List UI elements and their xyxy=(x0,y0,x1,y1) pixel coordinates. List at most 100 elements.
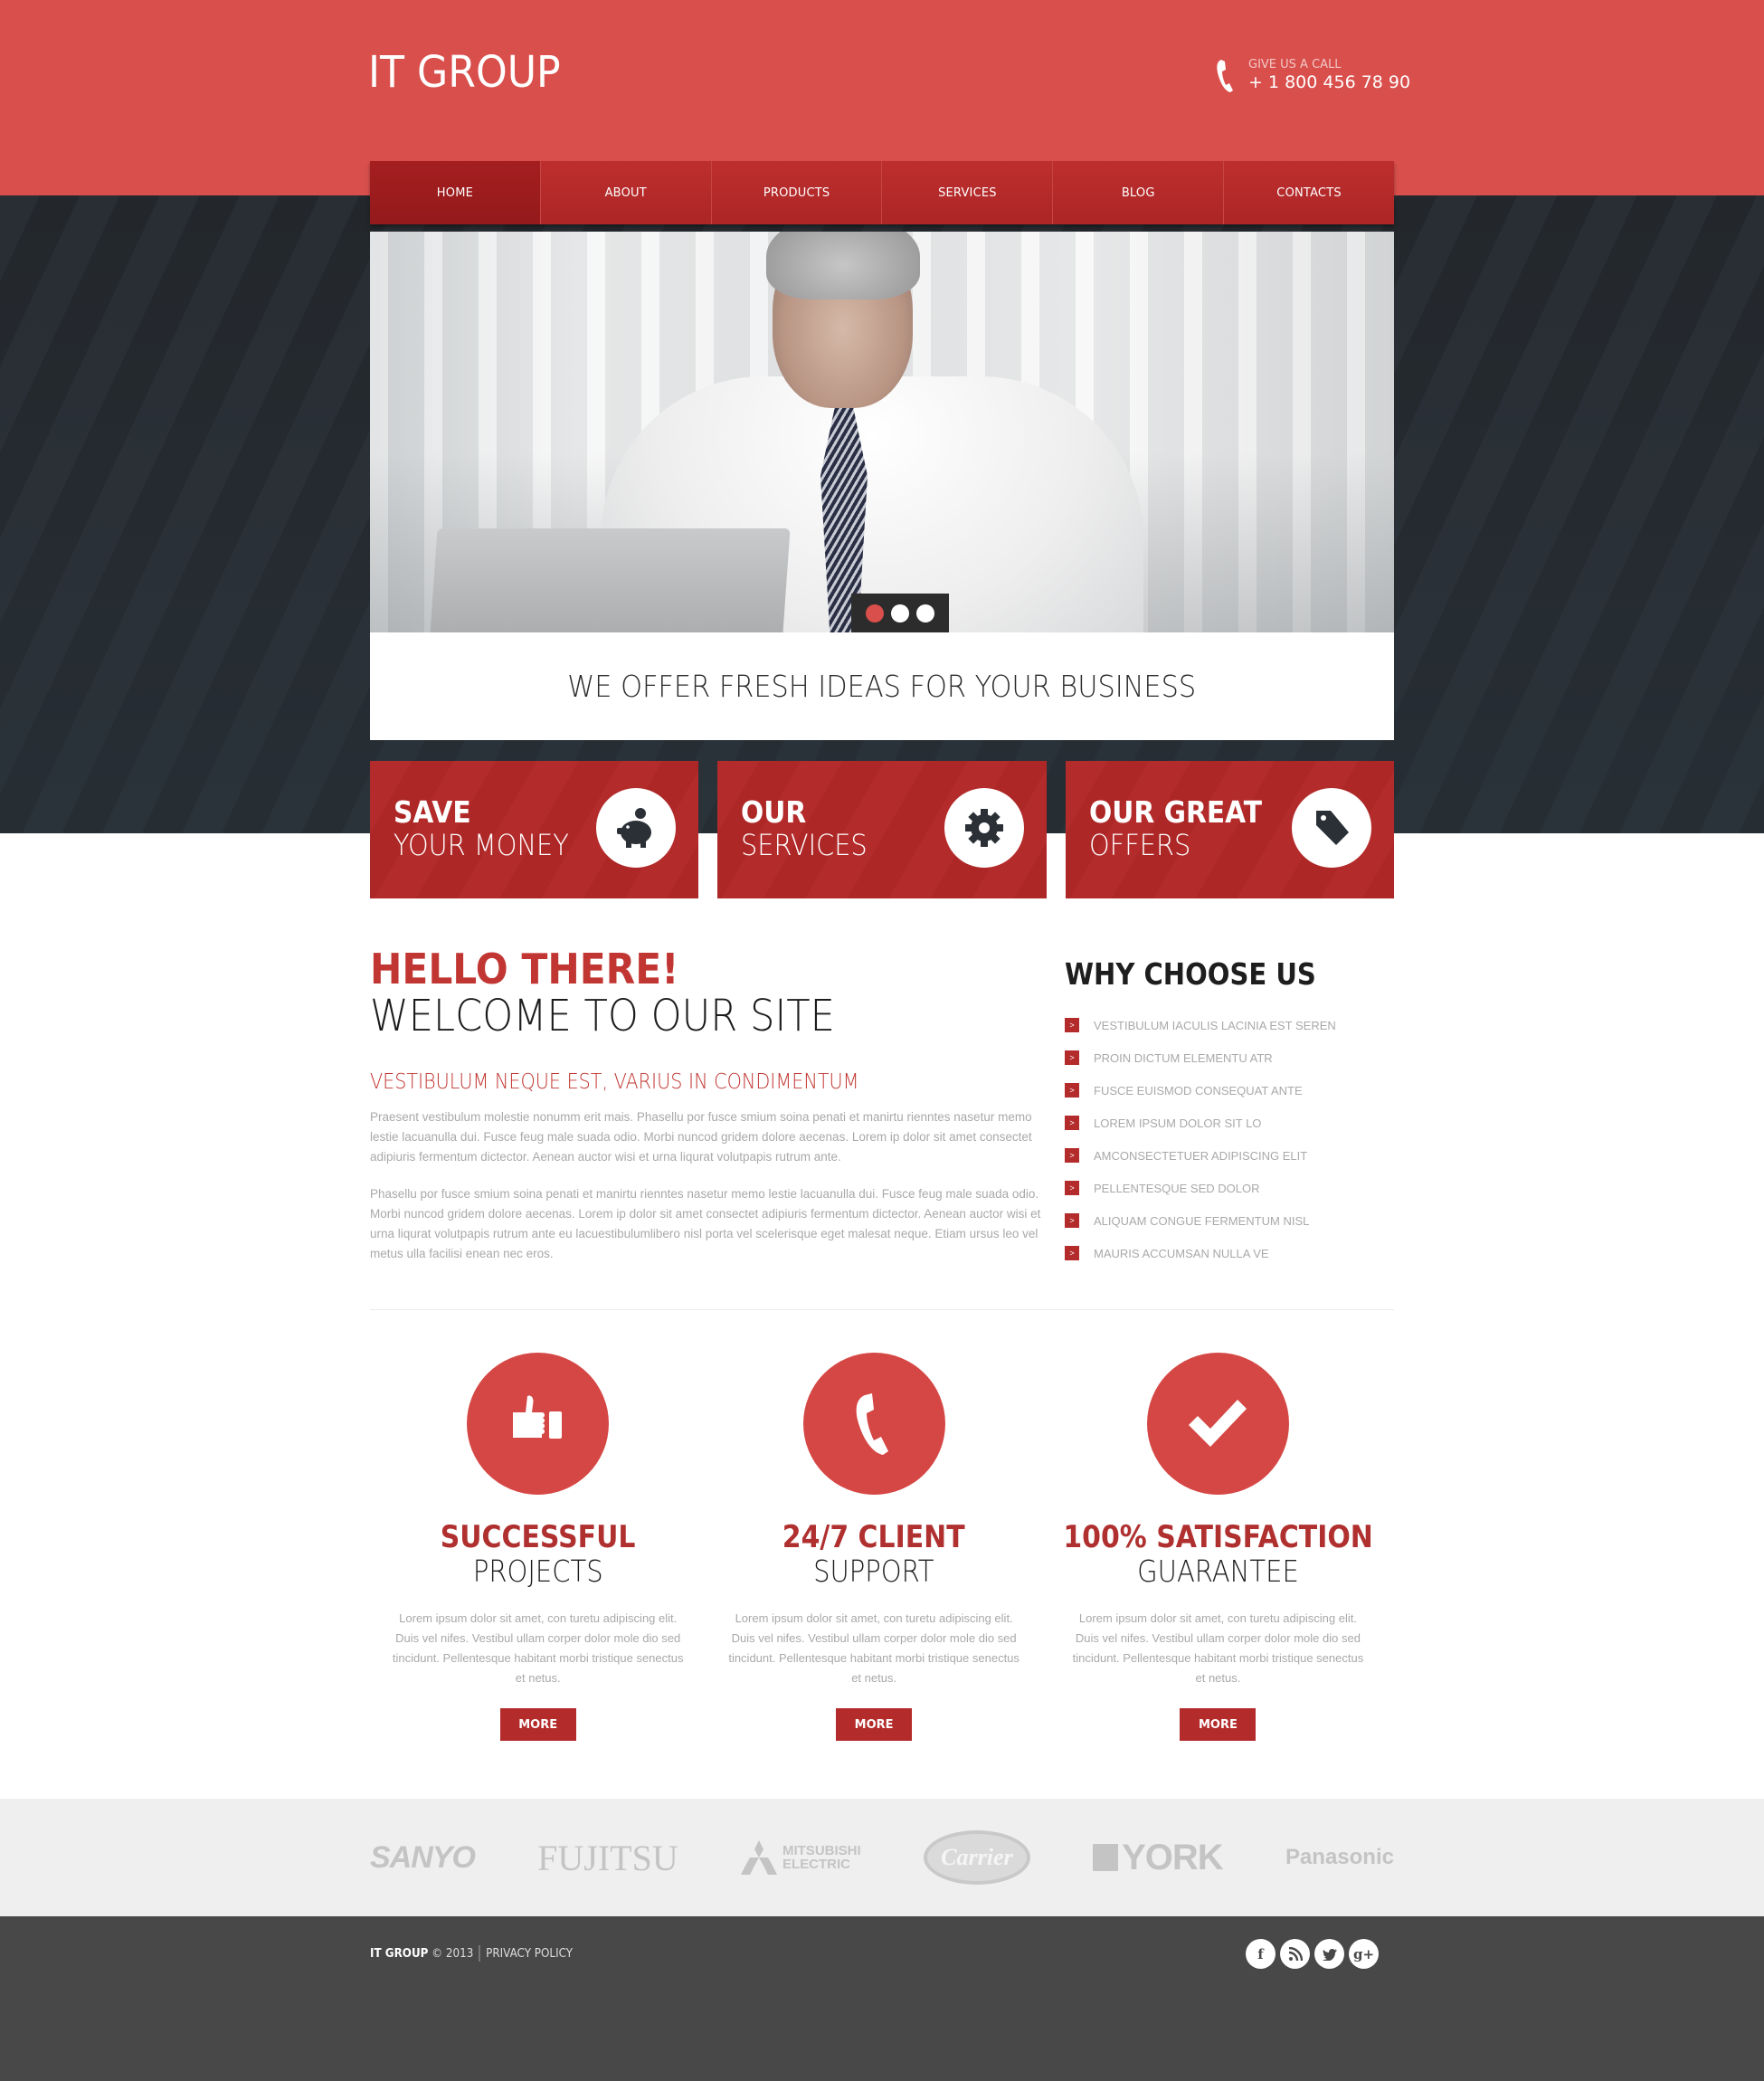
feature-great-offers[interactable]: OUR GREAT OFFERS xyxy=(1065,761,1394,898)
feature-subtitle: YOUR MONEY xyxy=(394,828,569,862)
chevron-right-icon: > xyxy=(1065,1246,1079,1260)
list-item[interactable]: > PROIN DICTUM ELEMENTU ATR xyxy=(1065,1041,1395,1074)
twitter-icon[interactable] xyxy=(1314,1939,1344,1969)
welcome-title-accent: HELLO THERE! xyxy=(370,945,679,993)
list-item[interactable]: > LOREM IPSUM DOLOR SIT LO xyxy=(1065,1107,1395,1139)
service-icon-circle xyxy=(467,1353,610,1495)
footer-copyright: IT GROUP © 2013 PRIVACY POLICY xyxy=(370,1945,573,1962)
service-title-accent: 24/7 CLIENT xyxy=(782,1519,966,1555)
welcome-paragraph-2: Phasellu por fusce smium soina penati et… xyxy=(370,1187,1041,1260)
partner-logo-fujitsu[interactable]: FUJITSU xyxy=(537,1837,678,1879)
phone-icon xyxy=(856,1392,889,1455)
call-label: GIVE US A CALL xyxy=(1248,58,1342,71)
mitsubishi-line2: ELECTRIC xyxy=(782,1857,850,1872)
list-item[interactable]: > AMCONSECTETUER ADIPISCING ELIT xyxy=(1065,1139,1395,1172)
facebook-icon[interactable]: f xyxy=(1246,1939,1276,1969)
list-item-text: MAURIS ACCUMSAN NULLA VE xyxy=(1094,1246,1269,1260)
service-description: Lorem ipsum dolor sit amet, con turetu a… xyxy=(728,1611,1020,1685)
feature-subtitle: OFFERS xyxy=(1088,828,1190,862)
list-item[interactable]: > MAURIS ACCUMSAN NULLA VE xyxy=(1065,1237,1395,1269)
site-logo[interactable]: IT GROUP xyxy=(368,47,561,98)
nav-item-blog[interactable]: BLOG xyxy=(1053,161,1225,224)
more-button[interactable]: MORE xyxy=(1180,1708,1257,1741)
welcome-subtitle: VESTIBULUM NEQUE EST, VARIUS IN CONDIMEN… xyxy=(370,1070,859,1094)
rss-icon[interactable] xyxy=(1280,1939,1310,1969)
nav-item-contacts[interactable]: CONTACTS xyxy=(1224,161,1394,224)
feature-icon-circle xyxy=(944,788,1024,868)
mitsubishi-line1: MITSUBISHI xyxy=(782,1843,861,1858)
more-button[interactable]: MORE xyxy=(499,1708,576,1741)
slider-dot-3[interactable] xyxy=(916,603,934,622)
feature-title: OUR GREAT xyxy=(1088,794,1262,830)
why-choose-us: WHY CHOOSE US > VESTIBULUM IACULIS LACINI… xyxy=(1065,955,1395,1269)
feature-title: OUR xyxy=(741,794,807,830)
slide-person-hair xyxy=(766,232,920,299)
rss-glyph xyxy=(1288,1946,1303,1961)
piggy-bank-icon xyxy=(617,808,652,848)
tagline-text: WE OFFER FRESH IDEAS FOR YOUR BUSINESS xyxy=(567,669,1197,704)
gear-icon xyxy=(964,809,1003,847)
partner-logo-sanyo[interactable]: SANYO xyxy=(370,1840,476,1876)
chevron-right-icon: > xyxy=(1065,1083,1079,1098)
section-divider xyxy=(370,1309,1394,1310)
list-item[interactable]: > ALIQUAM CONGUE FERMENTUM NISL xyxy=(1065,1204,1395,1237)
service-successful-projects: SUCCESSFUL PROJECTS Lorem ipsum dolor si… xyxy=(370,1353,706,1741)
chevron-right-icon: > xyxy=(1065,1050,1079,1065)
chevron-right-icon: > xyxy=(1065,1181,1079,1195)
main-nav: HOME ABOUT PRODUCTS SERVICES BLOG CONTAC… xyxy=(370,161,1394,224)
mitsubishi-diamonds-icon xyxy=(740,1840,777,1875)
why-choose-title: WHY CHOOSE US xyxy=(1065,956,1316,992)
nav-item-services[interactable]: SERVICES xyxy=(882,161,1054,224)
welcome-title: WELCOME TO OUR SITE xyxy=(370,991,835,1041)
chevron-right-icon: > xyxy=(1065,1148,1079,1163)
list-item[interactable]: > VESTIBULUM IACULIS LACINIA EST SEREN xyxy=(1065,1009,1395,1041)
york-snowflake-icon xyxy=(1093,1844,1119,1871)
footer-brand: IT GROUP xyxy=(370,1946,429,1961)
hero-tagline: WE OFFER FRESH IDEAS FOR YOUR BUSINESS xyxy=(370,632,1394,740)
service-icon-circle xyxy=(802,1353,945,1495)
service-icon-circle xyxy=(1146,1353,1289,1495)
list-item-text: PELLENTESQUE SED DOLOR xyxy=(1094,1181,1260,1195)
service-title-accent: 100% SATISFACTION xyxy=(1063,1519,1373,1555)
service-client-support: 24/7 CLIENT SUPPORT Lorem ipsum dolor si… xyxy=(706,1353,1041,1741)
partner-logo-carrier[interactable]: Carrier xyxy=(923,1830,1030,1885)
nav-item-products[interactable]: PRODUCTS xyxy=(711,161,883,224)
welcome-paragraph-1: Praesent vestibulum molestie nonumm erit… xyxy=(370,1110,1032,1164)
partner-logo-mitsubishi[interactable]: MITSUBISHI ELECTRIC xyxy=(740,1840,861,1875)
twitter-bird-glyph xyxy=(1322,1948,1337,1961)
partner-logo-panasonic[interactable]: Panasonic xyxy=(1285,1845,1394,1870)
phone-number[interactable]: + 1 800 456 78 90 xyxy=(1248,71,1410,93)
call-us: GIVE US A CALL + 1 800 456 78 90 xyxy=(1214,58,1410,94)
feature-our-services[interactable]: OUR SERVICES xyxy=(717,761,1047,898)
chevron-right-icon: > xyxy=(1065,1116,1079,1130)
list-item-text: LOREM IPSUM DOLOR SIT LO xyxy=(1094,1116,1262,1130)
privacy-policy-link[interactable]: PRIVACY POLICY xyxy=(486,1947,573,1961)
slider-dot-2[interactable] xyxy=(891,603,909,622)
social-links: f g+ xyxy=(1246,1939,1379,1969)
slider-pager xyxy=(851,594,949,632)
why-choose-list: > VESTIBULUM IACULIS LACINIA EST SEREN > P… xyxy=(1065,1009,1395,1269)
footer-separator xyxy=(479,1945,480,1962)
service-title-accent: SUCCESSFUL xyxy=(440,1519,636,1555)
list-item[interactable]: > PELLENTESQUE SED DOLOR xyxy=(1065,1172,1395,1204)
service-title: PROJECTS xyxy=(472,1554,603,1589)
service-description: Lorem ipsum dolor sit amet, con turetu a… xyxy=(1072,1611,1364,1685)
york-text: YORK xyxy=(1122,1837,1224,1877)
chevron-right-icon: > xyxy=(1065,1213,1079,1228)
checkmark-icon xyxy=(1189,1399,1247,1447)
nav-item-about[interactable]: ABOUT xyxy=(540,161,712,224)
more-button[interactable]: MORE xyxy=(836,1708,913,1741)
service-description: Lorem ipsum dolor sit amet, con turetu a… xyxy=(392,1611,684,1685)
feature-boxes: SAVE YOUR MONEY OUR SERVICES OUR GREAT O… xyxy=(370,761,1394,898)
feature-icon-circle xyxy=(596,788,677,868)
feature-title: SAVE xyxy=(394,794,471,830)
feature-subtitle: SERVICES xyxy=(741,828,868,862)
google-plus-icon[interactable]: g+ xyxy=(1349,1939,1379,1969)
footer xyxy=(0,1916,1764,2081)
list-item[interactable]: > FUSCE EUISMOD CONSEQUAT ANTE xyxy=(1065,1074,1395,1107)
nav-item-home[interactable]: HOME xyxy=(370,161,541,224)
partner-logo-york[interactable]: YORK xyxy=(1093,1837,1224,1878)
phone-icon xyxy=(1217,60,1233,92)
slider-dot-1[interactable] xyxy=(866,603,884,622)
feature-save-money[interactable]: SAVE YOUR MONEY xyxy=(370,761,699,898)
